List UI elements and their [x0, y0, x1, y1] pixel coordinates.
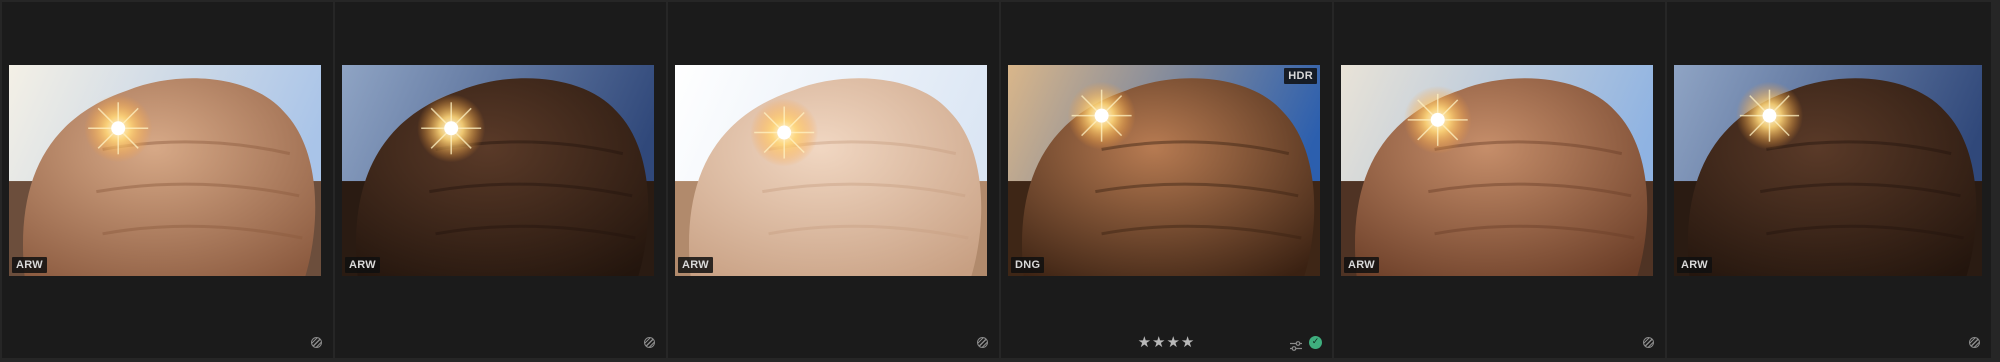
- file-type-badge: ARW: [12, 257, 47, 273]
- stack-icon[interactable]: [311, 337, 322, 348]
- file-type-badge: ARW: [1677, 257, 1712, 273]
- filmstrip-cell[interactable]: ARW: [668, 2, 999, 358]
- filmstrip-cell[interactable]: DNG HDR ★★★★ ✓: [1001, 2, 1332, 358]
- file-type-badge: ARW: [345, 257, 380, 273]
- photo-thumbnail[interactable]: ARW: [1674, 65, 1982, 276]
- hdr-badge: HDR: [1284, 68, 1317, 84]
- photo-thumbnail[interactable]: ARW: [342, 65, 654, 276]
- filmstrip-cell[interactable]: ARW: [335, 2, 666, 358]
- photo-thumbnail[interactable]: DNG HDR: [1008, 65, 1320, 276]
- stack-icon[interactable]: [644, 337, 655, 348]
- star-rating[interactable]: ★★★★: [1001, 333, 1332, 351]
- photo-thumbnail[interactable]: ARW: [1341, 65, 1653, 276]
- filmstrip-cell[interactable]: ARW: [1667, 2, 1991, 358]
- file-type-badge: ARW: [678, 257, 713, 273]
- sliders-icon[interactable]: [1290, 338, 1302, 351]
- file-type-badge: DNG: [1011, 257, 1045, 273]
- stack-icon[interactable]: [977, 337, 988, 348]
- filmstrip-cell[interactable]: ARW: [2, 2, 333, 358]
- filmstrip: ARW ARW ARW DNG HDR ★★★★ ✓ ARW ARW: [0, 0, 2000, 362]
- photo-thumbnail[interactable]: ARW: [9, 65, 321, 276]
- photo-thumbnail[interactable]: ARW: [675, 65, 987, 276]
- file-type-badge: ARW: [1344, 257, 1379, 273]
- check-circle-icon[interactable]: ✓: [1309, 336, 1322, 349]
- stack-icon[interactable]: [1643, 337, 1654, 348]
- filmstrip-cell[interactable]: ARW: [1334, 2, 1665, 358]
- stack-icon[interactable]: [1969, 337, 1980, 348]
